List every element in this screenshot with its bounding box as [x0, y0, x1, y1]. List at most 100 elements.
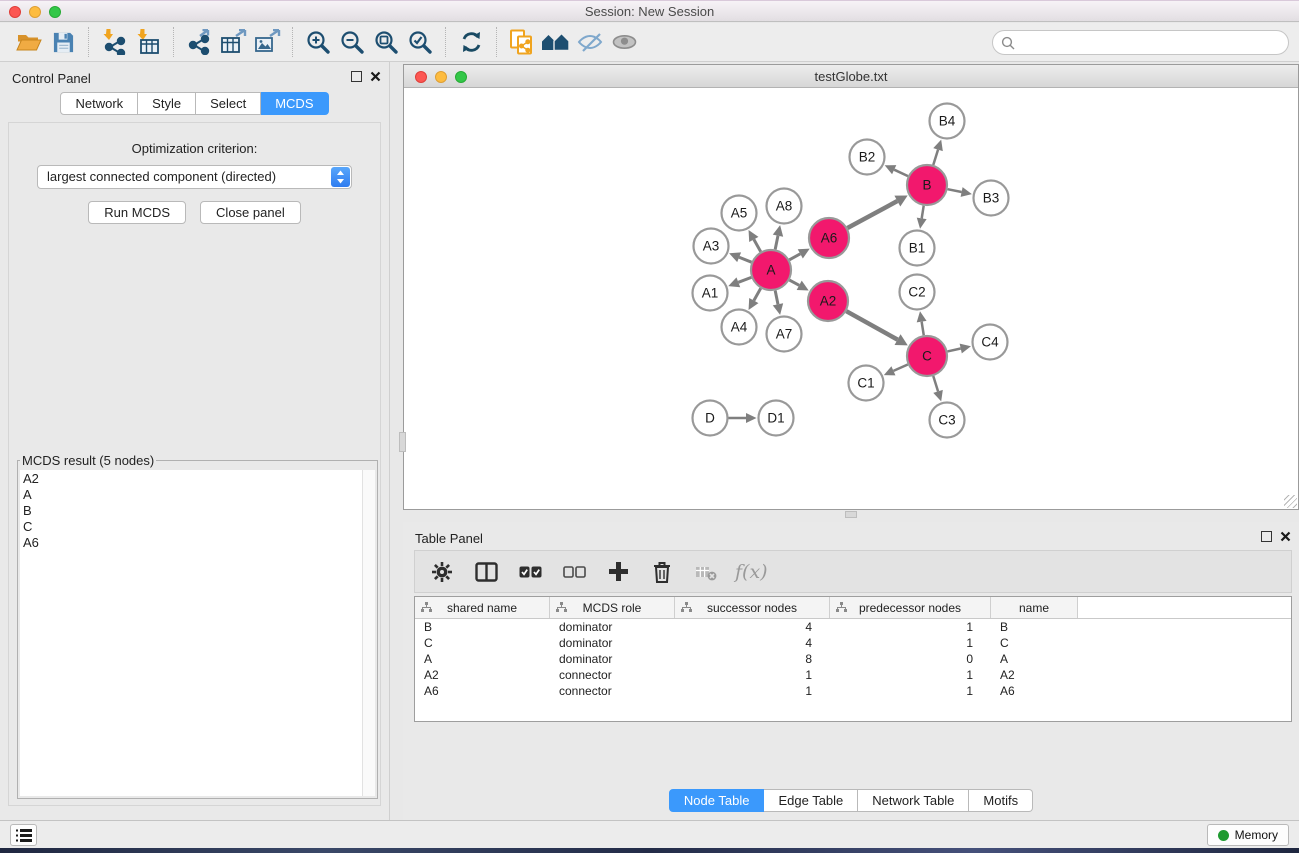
node-B3[interactable]: B3: [974, 181, 1009, 216]
tab-network[interactable]: Network: [60, 92, 138, 115]
table-settings-button[interactable]: [427, 557, 457, 587]
import-network-button[interactable]: [97, 26, 131, 58]
node-B1[interactable]: B1: [900, 231, 935, 266]
node-B4[interactable]: B4: [930, 104, 965, 139]
cell[interactable]: C: [415, 636, 550, 650]
zoom-out-button[interactable]: [335, 26, 369, 58]
column-view-button[interactable]: [471, 557, 501, 587]
edge-B-B4[interactable]: [933, 140, 943, 165]
cell[interactable]: dominator: [550, 620, 675, 634]
cell[interactable]: 4: [675, 620, 830, 634]
task-history-button[interactable]: [10, 824, 37, 846]
first-neighbors-button[interactable]: [539, 26, 573, 58]
cell[interactable]: 1: [830, 620, 991, 634]
tab-style[interactable]: Style: [138, 92, 196, 115]
float-table-panel-button[interactable]: [1261, 531, 1272, 542]
node-A4[interactable]: A4: [722, 310, 757, 345]
add-column-button[interactable]: [603, 557, 633, 587]
cell[interactable]: connector: [550, 684, 675, 698]
edge-A-A1[interactable]: [728, 277, 751, 287]
vertical-split-handle[interactable]: [399, 432, 406, 452]
node-A8[interactable]: A8: [767, 189, 802, 224]
node-A7[interactable]: A7: [767, 317, 802, 352]
edge-C-C2[interactable]: [917, 311, 927, 335]
edge-A-A8[interactable]: [773, 225, 783, 249]
node-D1[interactable]: D1: [759, 401, 794, 436]
cell[interactable]: A2: [991, 668, 1078, 682]
cell[interactable]: 4: [675, 636, 830, 650]
hide-selected-button[interactable]: [573, 26, 607, 58]
edge-A-A3[interactable]: [729, 252, 751, 262]
edge-A-A5[interactable]: [749, 230, 761, 252]
node-D[interactable]: D: [693, 401, 728, 436]
edge-B-B1[interactable]: [917, 206, 927, 229]
zoom-selected-button[interactable]: [403, 26, 437, 58]
search-input[interactable]: [1020, 35, 1288, 50]
cell[interactable]: A: [991, 652, 1078, 666]
tab-select[interactable]: Select: [196, 92, 261, 115]
cell[interactable]: 1: [830, 668, 991, 682]
result-item-b[interactable]: B: [23, 503, 362, 519]
cell[interactable]: B: [415, 620, 550, 634]
tab-network-table[interactable]: Network Table: [858, 789, 969, 812]
result-list-scrollbar[interactable]: [363, 470, 375, 796]
network-canvas[interactable]: B4B2BB3A8A5A6A3B1AA1C2A2A4A7C4CC1C3DD1: [404, 88, 1298, 509]
tab-mcds[interactable]: MCDS: [261, 92, 328, 115]
save-session-button[interactable]: [46, 26, 80, 58]
edge-C-C4[interactable]: [947, 344, 970, 354]
edge-A6-B[interactable]: [847, 195, 907, 228]
import-table-button[interactable]: [131, 26, 165, 58]
refresh-button[interactable]: [454, 26, 488, 58]
node-C2[interactable]: C2: [900, 275, 935, 310]
node-A2[interactable]: A2: [808, 281, 848, 321]
result-item-c[interactable]: C: [23, 519, 362, 535]
cell[interactable]: A6: [415, 684, 550, 698]
show-all-button[interactable]: [607, 26, 641, 58]
float-panel-button[interactable]: [351, 71, 362, 82]
run-mcds-button[interactable]: Run MCDS: [88, 201, 186, 224]
resize-grip-icon[interactable]: [1284, 495, 1297, 508]
node-A5[interactable]: A5: [722, 196, 757, 231]
result-item-a2[interactable]: A2: [23, 471, 362, 487]
cell[interactable]: dominator: [550, 636, 675, 650]
tab-node-table[interactable]: Node Table: [669, 789, 765, 812]
cell[interactable]: A6: [991, 684, 1078, 698]
cell[interactable]: B: [991, 620, 1078, 634]
node-B2[interactable]: B2: [850, 140, 885, 175]
edge-C-C3[interactable]: [933, 376, 943, 401]
network-graph[interactable]: B4B2BB3A8A5A6A3B1AA1C2A2A4A7C4CC1C3DD1: [404, 88, 1298, 509]
column-header-predecessor-nodes[interactable]: predecessor nodes: [830, 597, 991, 618]
node-A1[interactable]: A1: [693, 276, 728, 311]
node-B[interactable]: B: [907, 165, 947, 205]
deselect-all-columns-button[interactable]: [559, 557, 589, 587]
column-header-MCDS-role[interactable]: MCDS role: [550, 597, 675, 618]
column-header-shared-name[interactable]: shared name: [415, 597, 550, 618]
close-table-panel-button[interactable]: [1280, 531, 1291, 542]
edge-C-C1[interactable]: [884, 364, 908, 375]
edge-A-A7[interactable]: [773, 291, 783, 315]
open-session-button[interactable]: [12, 26, 46, 58]
column-header-name[interactable]: name: [991, 597, 1078, 618]
node-C1[interactable]: C1: [849, 366, 884, 401]
zoom-in-button[interactable]: [301, 26, 335, 58]
table-row[interactable]: Bdominator41B: [415, 619, 1291, 635]
node-A[interactable]: A: [751, 250, 791, 290]
result-item-a6[interactable]: A6: [23, 535, 362, 551]
table-row[interactable]: A2connector11A2: [415, 667, 1291, 683]
cell[interactable]: A2: [415, 668, 550, 682]
zoom-fit-button[interactable]: [369, 26, 403, 58]
memory-button[interactable]: Memory: [1207, 824, 1289, 846]
select-all-columns-button[interactable]: [515, 557, 545, 587]
close-panel-button[interactable]: [370, 71, 381, 82]
edge-A-A2[interactable]: [789, 280, 808, 290]
cell[interactable]: 1: [830, 636, 991, 650]
node-C4[interactable]: C4: [973, 325, 1008, 360]
edge-B-B2[interactable]: [885, 165, 908, 176]
tab-motifs[interactable]: Motifs: [969, 789, 1033, 812]
edge-A-A4[interactable]: [749, 288, 761, 310]
cell[interactable]: connector: [550, 668, 675, 682]
cell[interactable]: C: [991, 636, 1078, 650]
node-A3[interactable]: A3: [694, 229, 729, 264]
function-builder-button[interactable]: f(x): [735, 561, 768, 583]
export-image-button[interactable]: [250, 26, 284, 58]
